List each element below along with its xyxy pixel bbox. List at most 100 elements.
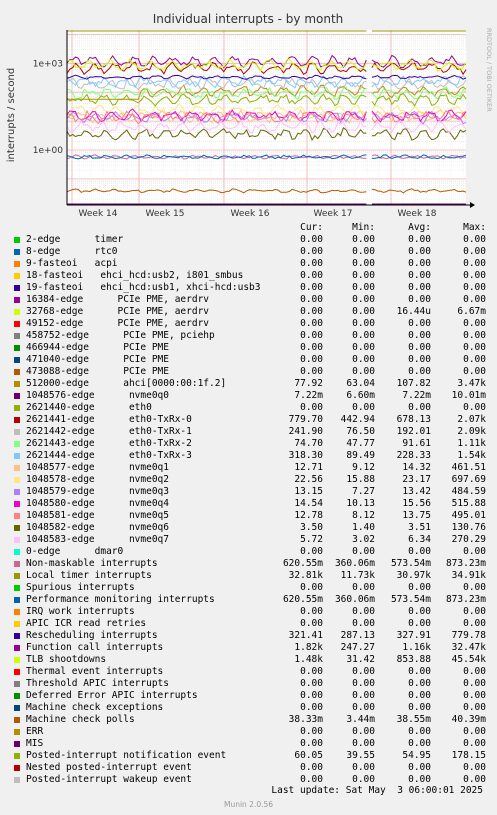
legend-label: 1048583-edge nvme0q7 bbox=[26, 534, 169, 545]
legend-max: 0.00 bbox=[463, 582, 486, 593]
legend-label: 9-fasteoi acpi bbox=[26, 258, 118, 269]
legend-swatch bbox=[14, 597, 20, 603]
legend-label: Non-maskable interrupts bbox=[26, 558, 158, 569]
legend-label: 1048580-edge nvme0q4 bbox=[26, 498, 169, 509]
legend-swatch bbox=[14, 477, 20, 483]
legend-row: TLB shootdowns 1.48k 31.42 853.88 45.54k bbox=[0, 654, 497, 666]
legend-swatch bbox=[14, 465, 20, 471]
legend-label: 458752-edge PCIe PME, pciehp bbox=[26, 330, 215, 341]
legend-swatch bbox=[14, 513, 20, 519]
legend-label: 49152-edge PCIe PME, aerdrv bbox=[26, 318, 210, 329]
legend-max: 178.15 bbox=[451, 750, 486, 761]
legend-max: 0.00 bbox=[463, 402, 486, 413]
legend-row: 1048577-edge nvme0q1 12.71 9.12 14.32 461.51 bbox=[0, 462, 497, 474]
legend-max: 32.47k bbox=[451, 642, 486, 653]
legend-swatch bbox=[14, 741, 20, 747]
legend-swatch bbox=[14, 273, 20, 279]
legend-max: 873.23m bbox=[445, 558, 486, 569]
legend-row: 1048581-edge nvme0q5 12.78 8.12 13.75 495.01 bbox=[0, 510, 497, 522]
x-tick-label: Week 17 bbox=[314, 209, 353, 219]
legend-label: 2621441-edge eth0-TxRx-0 bbox=[26, 414, 192, 425]
legend-swatch bbox=[14, 525, 20, 531]
legend-row: 1048583-edge nvme0q7 5.72 3.02 6.34 270.29 bbox=[0, 534, 497, 546]
legend-label: IRQ work interrupts bbox=[26, 606, 135, 617]
legend-row: Rescheduling interrupts 321.41 287.13 327.9… bbox=[0, 630, 497, 642]
legend-label: 2621443-edge eth0-TxRx-2 bbox=[26, 438, 192, 449]
legend-swatch bbox=[14, 405, 20, 411]
legend-row: 2621444-edge eth0-TxRx-3 318.30 89.49 228.3… bbox=[0, 450, 497, 462]
legend-max: 3.47k bbox=[457, 378, 486, 389]
legend-label: 1048582-edge nvme0q6 bbox=[26, 522, 169, 533]
legend-label: 1048581-edge nvme0q5 bbox=[26, 510, 169, 521]
legend-max: 0.00 bbox=[463, 258, 486, 269]
legend-max: 0.00 bbox=[463, 618, 486, 629]
legend-row: 18-fasteoi ehci_hcd:usb2, i801_smbus 0.00… bbox=[0, 270, 497, 282]
legend-label: Deferred Error APIC interrupts bbox=[26, 690, 198, 701]
legend-swatch bbox=[14, 573, 20, 579]
legend-max: 0.00 bbox=[463, 318, 486, 329]
legend-swatch bbox=[14, 537, 20, 543]
legend-label: 16384-edge PCIe PME, aerdrv bbox=[26, 294, 210, 305]
legend-row: 16384-edge PCIe PME, aerdrv 0.00 0.00 0.00 0… bbox=[0, 294, 497, 306]
legend-row: Performance monitoring interrupts 620.55m… bbox=[0, 594, 497, 606]
legend-row: 19-fasteoi ehci_hcd:usb1, xhci-hcd:usb3 0… bbox=[0, 282, 497, 294]
y-tick-label: 1e+03 bbox=[33, 59, 63, 69]
legend-swatch bbox=[14, 777, 20, 783]
legend-row: 512000-edge ahci[0000:00:1f.2] 77.92 63.04… bbox=[0, 378, 497, 390]
legend-label: ERR bbox=[26, 726, 44, 737]
legend-label: 473088-edge PCIe PME bbox=[26, 366, 169, 377]
legend-swatch bbox=[14, 237, 20, 243]
legend-row: 1048576-edge nvme0q0 7.22m 6.60m 7.22m 10.01… bbox=[0, 390, 497, 402]
legend-row: Posted-interrupt notification event 60.05… bbox=[0, 750, 497, 762]
legend-row: ERR 0.00 0.00 0.00 0.00 bbox=[0, 726, 497, 738]
legend-swatch bbox=[14, 753, 20, 759]
legend-swatch bbox=[14, 417, 20, 423]
legend-swatch bbox=[14, 261, 20, 267]
legend-swatch bbox=[14, 717, 20, 723]
legend-max: 484.59 bbox=[451, 486, 486, 497]
legend-row: Machine check exceptions 0.00 0.00 0.00 0.00 bbox=[0, 702, 497, 714]
x-tick-label: Week 14 bbox=[79, 209, 118, 219]
legend-label: Posted-interrupt notification event bbox=[26, 750, 227, 761]
legend-max: 1.11k bbox=[457, 438, 486, 449]
legend-max: 34.91k bbox=[451, 570, 486, 581]
legend-row: 2621440-edge eth0 0.00 0.00 0.00 0.00 bbox=[0, 402, 497, 414]
legend-swatch bbox=[14, 561, 20, 567]
legend-table: Cur: Min: Avg: Max: 2-edge timer 0.00 0.00… bbox=[0, 222, 497, 786]
legend-row: 2-edge timer 0.00 0.00 0.00 0.00 bbox=[0, 234, 497, 246]
legend-row: 9-fasteoi acpi 0.00 0.00 0.00 0.00 bbox=[0, 258, 497, 270]
legend-row: 471040-edge PCIe PME 0.00 0.00 0.00 0.00 bbox=[0, 354, 497, 366]
legend-row: IRQ work interrupts 0.00 0.00 0.00 0.00 bbox=[0, 606, 497, 618]
legend-label: Nested posted-interrupt event bbox=[26, 762, 192, 773]
legend-label: 2-edge timer bbox=[26, 234, 124, 245]
legend-max: 0.00 bbox=[463, 342, 486, 353]
legend-max: 6.67m bbox=[457, 306, 486, 317]
legend-row: MIS 0.00 0.00 0.00 0.00 bbox=[0, 738, 497, 750]
legend-swatch bbox=[14, 693, 20, 699]
legend-row: 2621442-edge eth0-TxRx-1 241.90 76.50 192.0… bbox=[0, 426, 497, 438]
legend-label: 2621444-edge eth0-TxRx-3 bbox=[26, 450, 192, 461]
legend-row: Non-maskable interrupts 620.55m 360.06m 573… bbox=[0, 558, 497, 570]
legend-max: 495.01 bbox=[451, 510, 486, 521]
legend-row: Spurious interrupts 0.00 0.00 0.00 0.00 bbox=[0, 582, 497, 594]
legend-max: 45.54k bbox=[451, 654, 486, 665]
legend-max: 515.88 bbox=[451, 498, 486, 509]
legend-max: 2.09k bbox=[457, 426, 486, 437]
legend-label: 0-edge dmar0 bbox=[26, 546, 124, 557]
legend-row: Nested posted-interrupt event 0.00 0.00 0.0… bbox=[0, 762, 497, 774]
legend-label: 1048578-edge nvme0q2 bbox=[26, 474, 169, 485]
legend-swatch bbox=[14, 381, 20, 387]
legend-max: 0.00 bbox=[463, 690, 486, 701]
x-tick-label: Week 15 bbox=[146, 209, 185, 219]
legend-header: Cur: Min: Avg: Max: bbox=[0, 222, 497, 234]
y-axis-label: interrupts / second bbox=[6, 68, 17, 162]
legend-max: 0.00 bbox=[463, 546, 486, 557]
legend-max: 10.01m bbox=[451, 390, 486, 401]
legend-label: Thermal event interrupts bbox=[26, 666, 164, 677]
chart-title: Individual interrupts - by month bbox=[153, 12, 344, 26]
legend-label: Function call interrupts bbox=[26, 642, 164, 653]
legend-max: 0.00 bbox=[463, 762, 486, 773]
legend-swatch bbox=[14, 333, 20, 339]
x-tick-label: Week 16 bbox=[231, 209, 270, 219]
legend-row: Threshold APIC interrupts 0.00 0.00 0.00 0.0… bbox=[0, 678, 497, 690]
